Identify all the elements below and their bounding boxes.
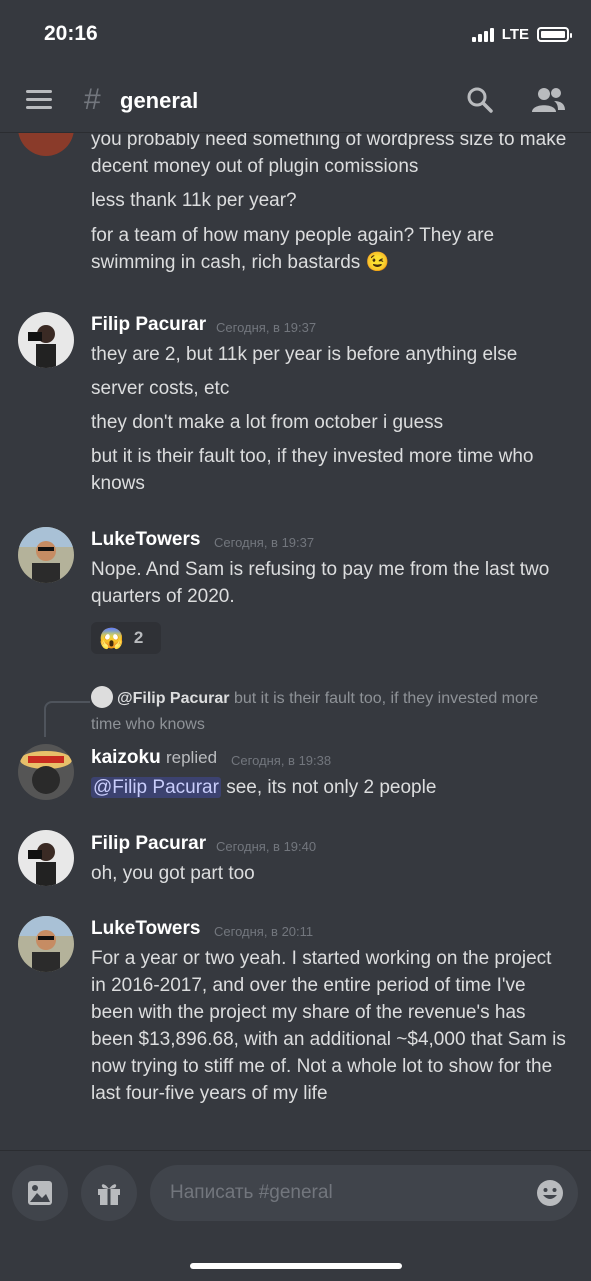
message-timestamp: Сегодня, в 19:37 <box>214 535 315 550</box>
members-icon[interactable] <box>530 86 566 114</box>
avatar[interactable] <box>18 312 74 368</box>
reply-avatar <box>91 686 113 708</box>
user-mention[interactable]: @Filip Pacurar <box>91 777 221 798</box>
message-text: For a year or two yeah. I started workin… <box>91 948 566 1104</box>
message-text: but it is their fault too, if they inves… <box>91 446 534 494</box>
app-header: 20:16 LTE # general <box>0 0 591 133</box>
message-text: less thank 11k per year? <box>91 190 297 211</box>
message-text: for a team of how many people again? The… <box>91 225 495 273</box>
message-input[interactable]: Написать #general <box>150 1165 578 1221</box>
message-author[interactable]: LukeTowers <box>91 529 200 551</box>
reaction-button[interactable]: 😱 2 <box>91 622 161 654</box>
message-author[interactable]: LukeTowers <box>91 918 200 940</box>
battery-icon <box>537 27 572 42</box>
message-author[interactable]: Filip Pacurar <box>91 314 206 336</box>
message-text: Nope. And Sam is refusing to pay me from… <box>91 559 550 607</box>
message-text-body: see, its not only 2 people <box>220 777 437 798</box>
message-text: oh, you got part too <box>91 863 255 884</box>
hash-icon: # <box>84 83 101 116</box>
home-indicator <box>190 1263 402 1269</box>
reply-connector <box>44 701 90 737</box>
message-text: you probably need something of wordpress… <box>91 129 567 177</box>
status-time: 20:16 <box>44 22 98 45</box>
author-name: kaizoku <box>91 747 161 768</box>
message-text: they don't make a lot from october i gue… <box>91 412 444 433</box>
message-text: @Filip Pacurar see, its not only 2 peopl… <box>91 774 571 801</box>
image-upload-button[interactable] <box>12 1165 68 1221</box>
signal-icon <box>471 27 494 42</box>
message-text: they are 2, but 11k per year is before a… <box>91 344 518 365</box>
menu-icon[interactable] <box>26 90 52 114</box>
network-label: LTE <box>501 26 529 43</box>
avatar[interactable] <box>18 916 74 972</box>
avatar[interactable] <box>18 527 74 583</box>
reply-reference[interactable]: @Filip Pacurar but it is their fault too… <box>91 686 561 738</box>
channel-title: general <box>120 88 199 113</box>
message-timestamp: Сегодня, в 19:37 <box>216 320 317 335</box>
gift-button[interactable] <box>81 1165 137 1221</box>
message-author[interactable]: kaizoku replied <box>91 747 217 769</box>
reaction-emoji: 😱 <box>99 627 124 650</box>
replied-label: replied <box>165 748 218 767</box>
message-author[interactable]: Filip Pacurar <box>91 833 206 855</box>
message-text: server costs, etc <box>91 378 230 399</box>
message-composer: Написать #general <box>0 1150 591 1281</box>
gift-icon <box>98 1184 120 1205</box>
avatar[interactable] <box>18 744 74 800</box>
emoji-icon[interactable] <box>536 1179 564 1207</box>
message-timestamp: Сегодня, в 19:40 <box>216 839 317 854</box>
search-icon[interactable] <box>466 86 494 114</box>
reaction-count: 2 <box>133 628 144 647</box>
reply-author: @Filip Pacurar <box>117 690 230 707</box>
image-icon <box>28 1181 52 1205</box>
avatar[interactable] <box>18 830 74 886</box>
message-timestamp: Сегодня, в 19:38 <box>231 753 332 768</box>
message-timestamp: Сегодня, в 20:11 <box>214 924 314 939</box>
status-indicators: LTE <box>471 26 572 43</box>
